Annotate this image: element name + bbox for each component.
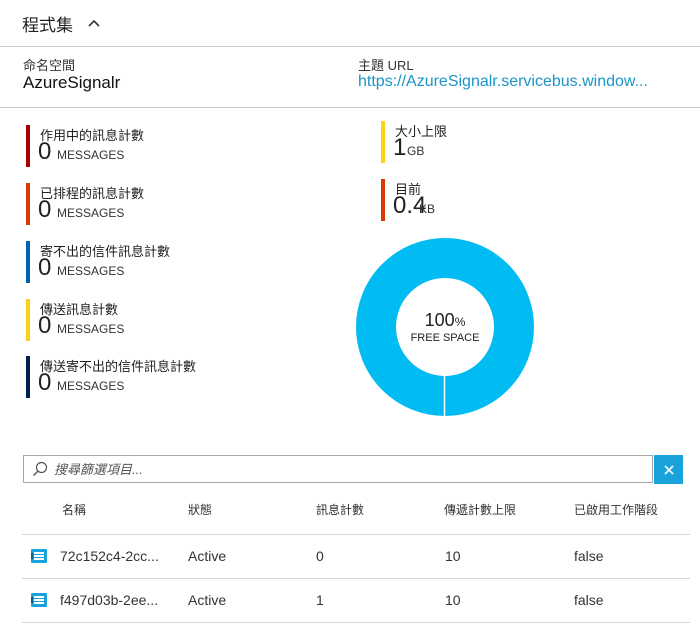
metric-label: 作用中的訊息計數 — [40, 128, 145, 143]
metric-color-bar — [26, 356, 30, 398]
metric-unit: MESSAGES — [57, 322, 125, 336]
metric-label: 傳送訊息計數 — [40, 302, 119, 317]
metric-value: 0 — [38, 196, 52, 223]
metric-color-bar — [26, 241, 30, 283]
metric-value: 0 — [38, 254, 52, 281]
section-title: 程式集 — [22, 15, 73, 35]
topic-url-label: 主題 URL — [358, 58, 414, 73]
column-header-status[interactable]: 狀態 — [188, 501, 212, 518]
metric-label: 寄不出的信件訊息計數 — [40, 244, 171, 259]
cell-status: Active — [188, 592, 227, 608]
divider — [0, 107, 700, 108]
metric-label: 已排程的訊息計數 — [40, 186, 145, 201]
table-row[interactable]: 72c152c4-2cc... Active 0 10 false — [22, 535, 690, 579]
chevron-up-icon[interactable] — [87, 16, 101, 30]
cell-message-count: 0 — [316, 548, 324, 564]
donut-percent: 100 — [424, 310, 455, 330]
cell-max-delivery: 10 — [445, 548, 461, 564]
metric-color-bar — [381, 179, 385, 221]
cell-sessions: false — [574, 592, 604, 608]
metric-unit: MESSAGES — [57, 148, 125, 162]
namespace-label: 命名空間 — [23, 58, 76, 73]
donut-percent-sign: % — [454, 315, 466, 329]
column-header-sessions[interactable]: 已啟用工作階段 — [574, 501, 658, 518]
close-icon — [663, 464, 674, 475]
metric-color-bar — [26, 299, 30, 341]
metric-value: 1 — [393, 134, 407, 161]
column-header-name[interactable]: 名稱 — [62, 501, 86, 518]
table-divider — [22, 622, 690, 623]
clear-search-button[interactable] — [654, 455, 683, 484]
donut-caption: FREE SPACE — [410, 332, 480, 344]
cell-name: 72c152c4-2cc... — [60, 548, 159, 564]
namespace-value: AzureSignalr — [23, 73, 121, 92]
table-row[interactable]: f497d03b-2ee... Active 1 10 false — [22, 579, 690, 623]
cell-sessions: false — [574, 548, 604, 564]
metric-color-bar — [381, 121, 385, 163]
section-header[interactable]: 程式集 — [22, 10, 101, 36]
metric-value: 0 — [38, 312, 52, 339]
metric-unit: MESSAGES — [57, 264, 125, 278]
metric-value: 0 — [38, 369, 52, 396]
search-input[interactable] — [54, 456, 644, 482]
metric-unit: MESSAGES — [57, 379, 125, 393]
topic-url-link[interactable]: https://AzureSignalr.servicebus.window..… — [358, 73, 678, 91]
cell-message-count: 1 — [316, 592, 324, 608]
donut-center-label: 100% FREE SPACE — [395, 310, 495, 344]
divider — [0, 46, 700, 47]
metric-unit: MESSAGES — [57, 206, 125, 220]
cell-status: Active — [188, 548, 227, 564]
subscription-icon — [31, 593, 47, 607]
search-icon — [33, 461, 48, 476]
cell-name: f497d03b-2ee... — [60, 592, 159, 608]
metric-color-bar — [26, 125, 30, 167]
metric-color-bar — [26, 183, 30, 225]
metric-unit: KB — [419, 202, 436, 216]
metric-value: 0 — [38, 138, 52, 165]
metric-unit: GB — [407, 144, 425, 158]
column-header-max-delivery[interactable]: 傳遞計數上限 — [444, 501, 516, 518]
metric-label: 傳送寄不出的信件訊息計數 — [40, 359, 197, 374]
cell-max-delivery: 10 — [445, 592, 461, 608]
column-header-message-count[interactable]: 訊息計數 — [316, 501, 364, 518]
search-box[interactable] — [23, 455, 653, 483]
subscription-icon — [31, 549, 47, 563]
